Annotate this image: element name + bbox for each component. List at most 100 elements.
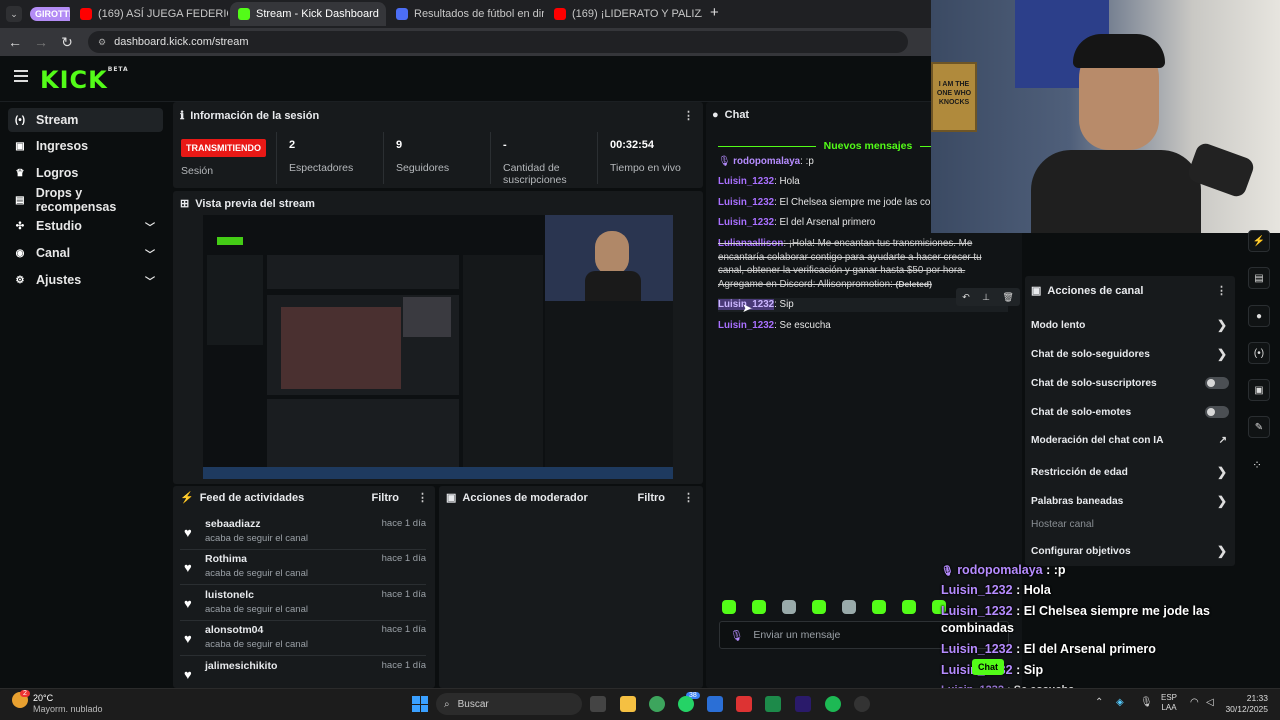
emote-icon[interactable]	[872, 600, 886, 614]
activity-feed-header: ⚡ Feed de actividades Filtro ⋮	[180, 491, 428, 505]
whatsapp-icon[interactable]	[678, 696, 694, 712]
followers-only-item[interactable]: Chat de solo-seguidores ❯	[1031, 347, 1231, 361]
slow-mode-item[interactable]: Modo lento ❯	[1031, 318, 1231, 332]
emotes-only-toggle[interactable]	[1205, 406, 1229, 418]
windows-start-icon[interactable]	[412, 696, 428, 712]
tab-group-girotti[interactable]: GIROTTI	[28, 2, 70, 26]
wifi-icon[interactable]: ◠	[1190, 697, 1199, 708]
tab-search-icon[interactable]: ⌄	[6, 6, 22, 22]
subscribers-only-toggle[interactable]	[1205, 377, 1229, 389]
sidebar-item-canal[interactable]: ◉ Canal ﹀	[8, 241, 163, 265]
site-info-icon[interactable]: ⚙	[98, 37, 106, 48]
word-icon[interactable]	[707, 696, 723, 712]
kick-logo[interactable]: KICKBETA	[40, 66, 129, 94]
back-icon[interactable]: ←	[2, 34, 28, 50]
lightning-icon[interactable]: ⚡	[1248, 230, 1270, 252]
new-messages-label: Nuevos mensajes	[823, 140, 913, 152]
filter-button[interactable]: Filtro	[638, 492, 666, 504]
taskbar-search[interactable]: ⌕ Buscar	[436, 693, 582, 715]
trash-icon[interactable]: 🗑	[1002, 292, 1013, 303]
mic-icon[interactable]: 🎙	[730, 629, 743, 642]
sidebar-item-stream[interactable]: (•) Stream	[8, 108, 163, 132]
tab-youtube-1[interactable]: (169) ASÍ JUEGA FEDERICO GIR✕	[72, 2, 228, 26]
tab-youtube-2[interactable]: (169) ¡LIDERATO Y PALIZA GUN✕	[546, 2, 702, 26]
banned-words-item[interactable]: Palabras baneadas ❯	[1031, 494, 1231, 508]
emote-icon[interactable]	[812, 600, 826, 614]
chat-text: Sip	[779, 299, 794, 310]
chat-username[interactable]: Luisin_1232	[718, 197, 774, 208]
broadcast-icon[interactable]: (•)	[1248, 342, 1270, 364]
forward-icon[interactable]: →	[28, 34, 54, 50]
sidebar-item-ajustes[interactable]: ⚙ Ajustes ﹀	[8, 268, 163, 292]
stream-preview-video[interactable]	[203, 215, 673, 479]
chat-username[interactable]: Lulianaallison	[718, 238, 783, 249]
spotify-icon[interactable]	[825, 696, 841, 712]
file-explorer-icon[interactable]	[620, 696, 636, 712]
panel-title: Vista previa del stream	[195, 197, 315, 210]
wrench-icon[interactable]: ✎	[1248, 416, 1270, 438]
more-options-icon[interactable]: ⋮	[417, 491, 428, 504]
close-icon[interactable]: ✕	[385, 7, 386, 21]
chat-username[interactable]: rodopomalaya	[733, 156, 800, 167]
excel-icon[interactable]	[765, 696, 781, 712]
heart-icon: ♥	[184, 667, 192, 682]
tab-kick-dashboard[interactable]: Stream - Kick Dashboard ✕	[230, 2, 386, 26]
chat-username[interactable]: Luisin_1232	[718, 320, 774, 331]
emote-icon[interactable]	[842, 600, 856, 614]
emote-icon[interactable]	[782, 600, 796, 614]
ai-moderation-item[interactable]: Moderación del chat con IA ↗	[1031, 435, 1231, 446]
reload-icon[interactable]: ↻	[54, 34, 80, 51]
sidebar-item-drops[interactable]: ▤ Drops y recompensas	[8, 186, 163, 214]
document-icon[interactable]: ▤	[1248, 267, 1270, 289]
volume-icon[interactable]: ◁	[1206, 697, 1214, 708]
emote-icon[interactable]	[722, 600, 736, 614]
tab-football-results[interactable]: Resultados de fútbol en directo ✕	[388, 2, 544, 26]
emote-icon[interactable]	[752, 600, 766, 614]
divider	[597, 132, 598, 184]
microphone-icon[interactable]: 🎙	[1140, 697, 1153, 708]
clock[interactable]: 21:33 30/12/2025	[1224, 693, 1268, 715]
new-tab-icon[interactable]: +	[710, 4, 719, 21]
lightning-icon: ⚡	[180, 492, 194, 504]
overlay-username: Luisin_1232	[941, 604, 1013, 618]
chat-bubble-icon[interactable]: ●	[1248, 305, 1270, 327]
feed-user[interactable]: alonsotm04	[205, 624, 263, 636]
more-dots-icon[interactable]: ⁘	[1252, 458, 1262, 472]
stat-value: -	[503, 139, 507, 151]
feed-user[interactable]: jalimesichikito	[205, 660, 277, 672]
feed-user[interactable]: Rothima	[205, 553, 247, 565]
chevron-right-icon: ❯	[1216, 544, 1227, 558]
tray-chevron-icon[interactable]: ⌃	[1095, 697, 1103, 708]
tray-app-icon[interactable]: ◈	[1116, 697, 1124, 708]
emote-icon[interactable]	[902, 600, 916, 614]
sidebar-item-ingresos[interactable]: ▣ Ingresos	[8, 134, 163, 158]
premiere-icon[interactable]	[795, 696, 811, 712]
sidebar-item-logros[interactable]: ♛ Logros	[8, 161, 163, 185]
obs-icon[interactable]	[854, 696, 870, 712]
feed-user[interactable]: sebaadiazz	[205, 518, 260, 530]
url-field[interactable]: ⚙ dashboard.kick.com/stream	[88, 31, 908, 53]
task-view-icon[interactable]	[590, 696, 606, 712]
layout-icon[interactable]: ▣	[1248, 379, 1270, 401]
age-restriction-item[interactable]: Restricción de edad ❯	[1031, 465, 1231, 479]
feed-user[interactable]: luistonelc	[205, 589, 254, 601]
chat-username[interactable]: Luisin_1232	[718, 176, 774, 187]
chat-username[interactable]: Luisin_1232	[718, 217, 774, 228]
more-options-icon[interactable]: ⋮	[683, 491, 694, 504]
pin-icon[interactable]: ⊥	[982, 292, 990, 303]
more-options-icon[interactable]: ⋮	[683, 109, 694, 122]
more-options-icon[interactable]: ⋮	[1216, 284, 1227, 297]
goals-item[interactable]: Configurar objetivos ❯	[1031, 544, 1231, 558]
sidebar-item-estudio[interactable]: ✣ Estudio ﹀	[8, 214, 163, 238]
youtube-icon	[80, 8, 92, 20]
stat-label: Seguidores	[396, 162, 450, 174]
undo-icon[interactable]: ↶	[962, 292, 970, 303]
chrome-icon[interactable]	[649, 696, 665, 712]
pdf-icon[interactable]	[736, 696, 752, 712]
chevron-down-icon: ﹀	[145, 276, 155, 288]
filter-button[interactable]: Filtro	[372, 492, 400, 504]
feed-item: ♥ luistonelc acaba de seguir el canal hace …	[180, 587, 426, 621]
language-indicator[interactable]: ESP LAA	[1161, 693, 1177, 713]
overlay-chat-line: Luisin_1232 : El Chelsea siempre me jode…	[941, 604, 1210, 618]
menu-icon[interactable]	[14, 70, 28, 85]
